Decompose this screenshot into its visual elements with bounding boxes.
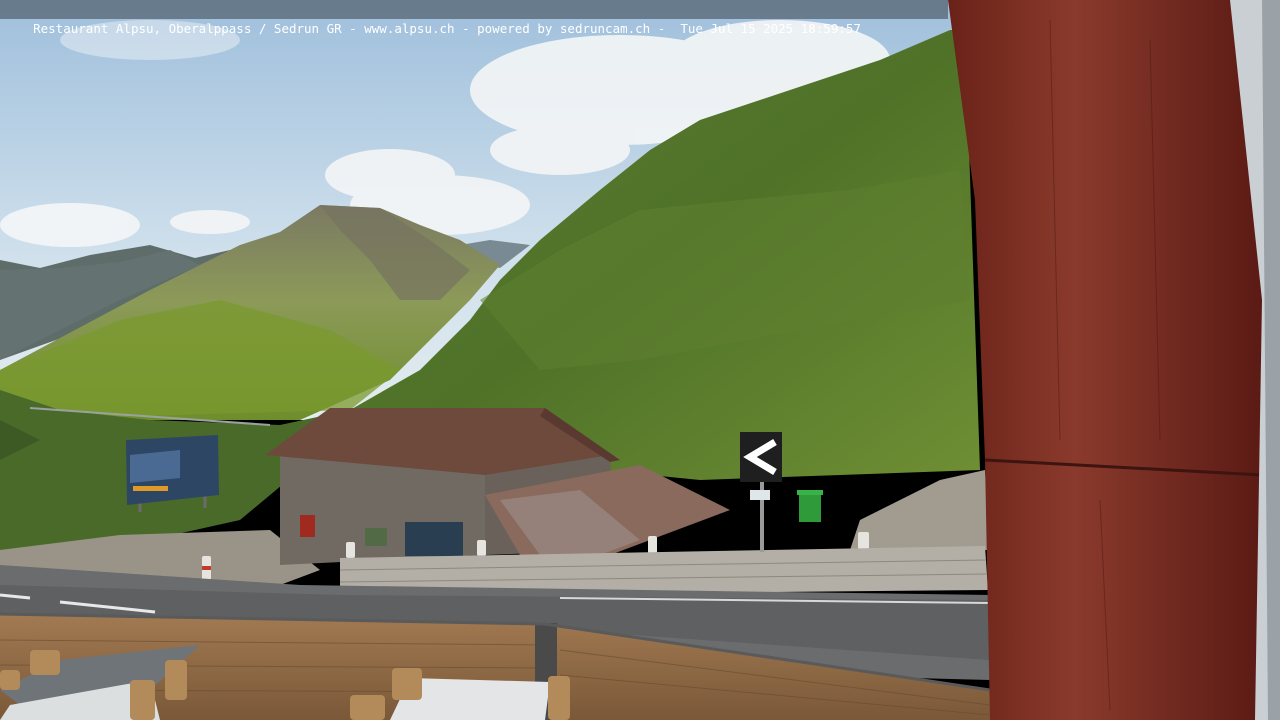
red-wooden-post (948, 0, 1265, 720)
green-trash-bin (797, 490, 823, 522)
barn-poster (405, 522, 463, 556)
webcam-caption: Restaurant Alpsu, Oberalppass / Sedrun G… (33, 21, 861, 36)
webcam-caption-bar: Restaurant Alpsu, Oberalppass / Sedrun G… (0, 0, 948, 36)
webcam-view: Restaurant Alpsu, Oberalppass / Sedrun G… (0, 0, 1280, 720)
webcam-scene (0, 0, 1280, 720)
curve-warning-sign (740, 432, 782, 552)
